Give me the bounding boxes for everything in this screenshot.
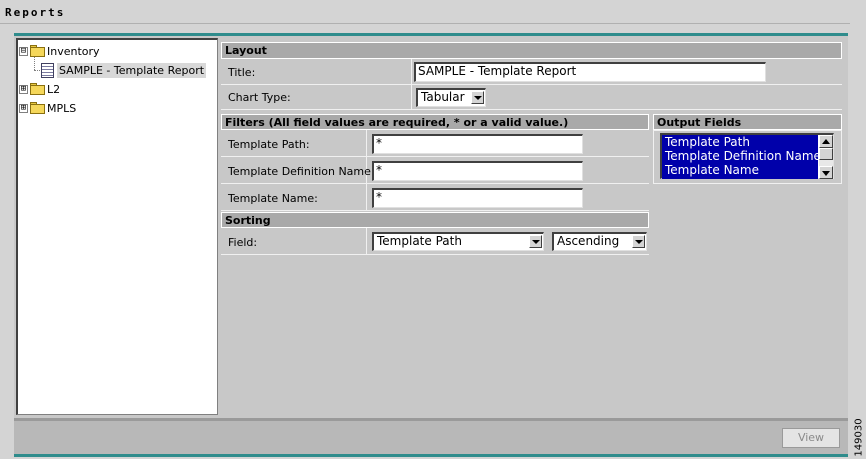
tree-item-label: SAMPLE - Template Report [57,62,207,78]
tree-item-mpls[interactable]: ⊞ MPLS [19,100,76,116]
title-input[interactable]: SAMPLE - Template Report [414,62,766,82]
output-fields-section-header: Output Fields [653,114,842,130]
tree-item-sample-template-report[interactable]: SAMPLE - Template Report [41,62,207,78]
sort-order-value: Ascending [557,234,620,248]
filters-section-header: Filters (All field values are required, … [221,114,649,130]
report-document-icon [41,62,54,78]
figure-number-text: 149030 [853,418,865,457]
output-fields-scrollbar[interactable] [819,135,833,179]
chart-type-label: Chart Type: [228,91,291,104]
window-titlebar: Reports [0,0,850,24]
chart-type-value: Tabular [421,90,465,104]
sort-field-value: Template Path [377,234,462,248]
figure-number: 149030 [852,418,866,458]
collapse-icon[interactable]: ⊟ [19,46,28,56]
layout-chart-type-row [221,85,842,110]
output-fields-listbox[interactable]: Template Path Template Definition Name T… [660,133,834,179]
sorting-section-header: Sorting [221,212,649,228]
tree-connector [34,57,35,70]
template-definition-name-input[interactable]: * [372,161,583,181]
scroll-thumb[interactable] [819,148,833,160]
column-divider [411,59,412,110]
tree-item-label: Inventory [47,44,100,58]
template-name-input[interactable]: * [372,188,583,208]
sort-order-select[interactable]: Ascending [552,232,647,251]
folder-icon [30,83,46,95]
sort-field-label: Field: [228,236,258,249]
folder-open-icon [30,45,46,57]
output-fields-list[interactable]: Template Path Template Definition Name T… [662,135,821,179]
template-path-label: Template Path: [228,138,310,151]
output-field-item[interactable]: Template Name [662,163,818,177]
tree-item-inventory[interactable]: ⊟ Inventory [19,43,100,59]
dropdown-arrow-icon[interactable] [529,235,542,248]
template-definition-name-label: Template Definition Name: [228,165,375,178]
title-label: Title: [228,66,256,79]
view-button[interactable]: View [782,428,840,448]
expand-icon[interactable]: ⊞ [19,103,28,113]
tree-item-l2[interactable]: ⊞ L2 [19,81,60,97]
dropdown-arrow-icon[interactable] [632,235,645,248]
window-title: Reports [5,6,66,19]
tree-connector [34,70,40,71]
output-field-item[interactable]: Template Definition Name [662,149,821,163]
template-name-label: Template Name: [228,192,318,205]
scroll-up-icon[interactable] [819,135,833,148]
tree-item-label: L2 [47,82,61,96]
output-field-item[interactable]: Template Path [662,135,818,149]
footer-bar [14,418,848,454]
expand-icon[interactable]: ⊞ [19,84,28,94]
sort-field-select[interactable]: Template Path [372,232,544,251]
tree-item-label: MPLS [47,101,77,115]
scroll-down-icon[interactable] [819,166,833,179]
layout-section-header: Layout [221,42,842,59]
folder-icon [30,102,46,114]
dropdown-arrow-icon[interactable] [471,91,484,104]
column-divider [366,228,367,255]
template-path-input[interactable]: * [372,134,583,154]
chart-type-select[interactable]: Tabular [416,88,486,107]
